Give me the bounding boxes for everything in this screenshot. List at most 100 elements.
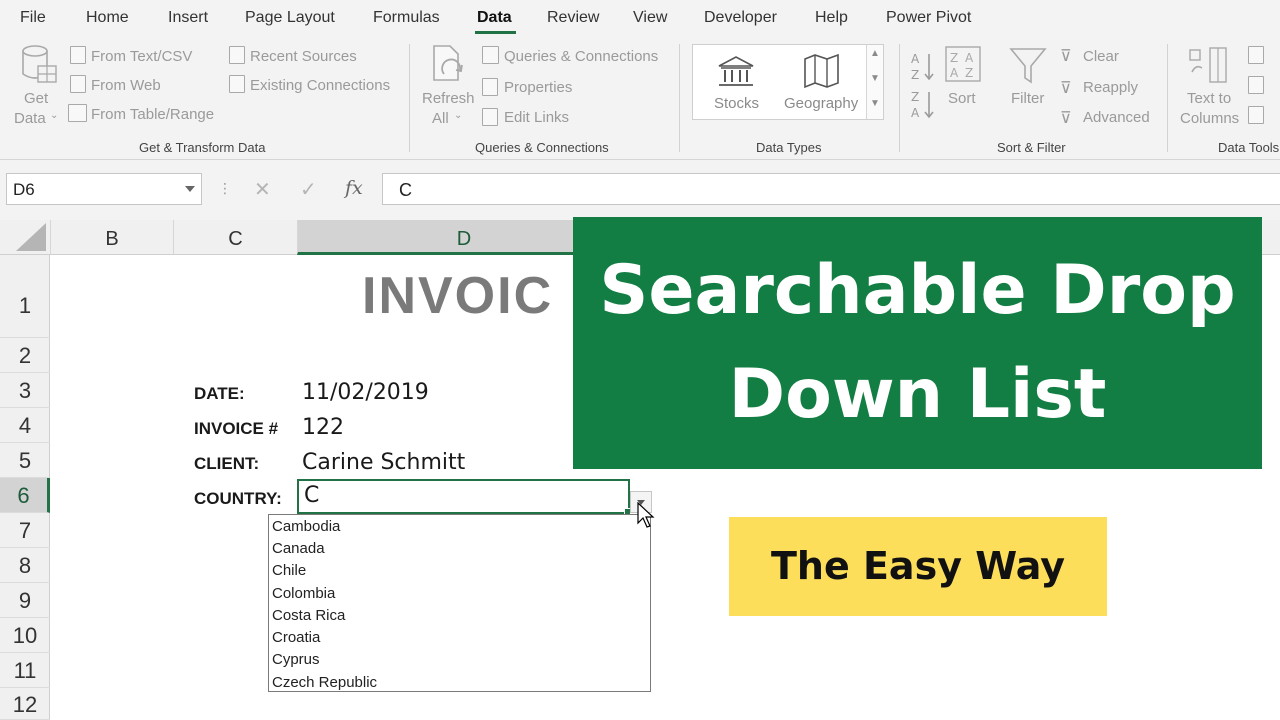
dropdown-item[interactable]: Czech Republic (272, 674, 377, 691)
dropdown-item[interactable]: Cyprus (272, 651, 320, 668)
insert-function-icon[interactable]: fx (345, 177, 363, 199)
name-box[interactable]: D6 (6, 173, 202, 205)
tab-page-layout[interactable]: Page Layout (245, 9, 335, 27)
data-types-gallery: Stocks Geography (692, 44, 884, 120)
svg-text:Z: Z (911, 90, 919, 104)
tab-insert[interactable]: Insert (168, 9, 208, 27)
group-divider (409, 44, 410, 152)
tab-data[interactable]: Data (477, 9, 512, 27)
tab-power-pivot[interactable]: Power Pivot (886, 9, 971, 27)
reapply-icon: ⊽ (1060, 80, 1072, 97)
country-cell[interactable]: C (297, 479, 630, 514)
clear-filter-icon: ⊽ (1060, 48, 1072, 65)
table-icon (68, 104, 87, 122)
advanced-filter-icon: ⊽ (1060, 110, 1072, 127)
dropdown-item[interactable]: Colombia (272, 585, 335, 602)
invoice-heading[interactable]: INVOIC (362, 266, 553, 326)
text-to-columns-label-1: Text to (1187, 90, 1232, 107)
database-icon (22, 45, 57, 83)
chevron-up-icon[interactable]: ▲ (870, 48, 880, 59)
row-header-6[interactable]: 6 (0, 478, 50, 513)
clock-file-icon (229, 46, 245, 64)
row-header-7[interactable]: 7 (0, 513, 50, 548)
data-types-scroller[interactable]: ▲ ▼ ▼ (866, 45, 883, 119)
filter-label: Filter (1011, 90, 1045, 107)
tab-home[interactable]: Home (86, 9, 129, 27)
chevron-down-icon[interactable]: ▼ (870, 73, 880, 84)
row-header-2[interactable]: 2 (0, 338, 50, 373)
svg-text:Z: Z (911, 68, 919, 82)
dropdown-item[interactable]: Costa Rica (272, 607, 345, 624)
tab-formulas[interactable]: Formulas (373, 9, 440, 27)
tab-developer[interactable]: Developer (704, 9, 777, 27)
sort-za-icon: Z A (911, 90, 934, 120)
select-all-icon[interactable] (16, 223, 46, 251)
advanced-label: Advanced (1083, 109, 1150, 126)
sort-dialog-icon: Z A A Z (945, 46, 981, 82)
from-web-label: From Web (91, 77, 161, 94)
title-banner: Searchable Drop Down List (573, 217, 1262, 469)
tab-file[interactable]: File (20, 9, 46, 27)
tab-view[interactable]: View (633, 9, 667, 27)
data-validation-icon[interactable] (1248, 106, 1264, 124)
more-options-icon[interactable]: ⋮ (218, 180, 232, 197)
cancel-icon[interactable]: ✕ (254, 177, 271, 202)
gallery-more-icon[interactable]: ▼ (870, 98, 880, 109)
country-label[interactable]: COUNTRY: (194, 489, 282, 509)
column-header-c[interactable]: C (173, 220, 297, 255)
refresh-icon (433, 45, 463, 81)
svg-text:Z: Z (965, 66, 973, 80)
row-header-11[interactable]: 11 (0, 653, 50, 688)
name-box-value: D6 (13, 180, 35, 199)
sort-label: Sort (948, 90, 976, 107)
ribbon: Get Data ⌄ From Text/CSV From Web From T… (0, 36, 1280, 160)
queries-connections-label: Queries & Connections (504, 48, 659, 65)
date-value[interactable]: 11/02/2019 (302, 380, 429, 405)
date-label[interactable]: DATE: (194, 384, 245, 404)
mouse-pointer-icon (637, 502, 655, 528)
chevron-down-icon: ⌄ (50, 110, 59, 121)
checkmark-icon[interactable]: ✓ (300, 177, 317, 202)
invoice-number-value[interactable]: 122 (302, 415, 344, 440)
row-header-12[interactable]: 12 (0, 688, 50, 720)
get-data-label-2: Data (14, 110, 46, 127)
svg-text:A: A (965, 51, 974, 65)
formula-input[interactable]: C (382, 173, 1280, 205)
row-header-8[interactable]: 8 (0, 548, 50, 583)
dropdown-item[interactable]: Canada (272, 540, 325, 557)
sort-filter-group-label: Sort & Filter (997, 140, 1066, 155)
row-headers: 1 2 3 4 5 6 7 8 9 10 11 12 (0, 255, 50, 720)
row-header-3[interactable]: 3 (0, 373, 50, 408)
tab-help[interactable]: Help (815, 9, 848, 27)
chevron-down-icon[interactable] (185, 186, 195, 192)
bank-icon (718, 56, 754, 86)
queries-group-label: Queries & Connections (475, 140, 609, 155)
row-header-9[interactable]: 9 (0, 583, 50, 618)
file-icon (70, 46, 86, 64)
connection-file-icon (229, 75, 245, 93)
dropdown-item[interactable]: Croatia (272, 629, 320, 646)
row-header-1[interactable]: 1 (0, 255, 50, 338)
dropdown-item[interactable]: Cambodia (272, 518, 340, 535)
flash-fill-icon[interactable] (1248, 46, 1264, 64)
client-label[interactable]: CLIENT: (194, 454, 259, 474)
dropdown-item[interactable]: Chile (272, 562, 306, 579)
geography-label: Geography (784, 95, 859, 112)
from-table-range-label: From Table/Range (91, 106, 215, 123)
filter-icon (1009, 48, 1047, 84)
row-header-4[interactable]: 4 (0, 408, 50, 443)
client-value[interactable]: Carine Schmitt (302, 450, 465, 475)
row-header-10[interactable]: 10 (0, 618, 50, 653)
edit-links-label: Edit Links (504, 109, 570, 126)
column-header-b[interactable]: B (50, 220, 173, 255)
map-icon (804, 53, 839, 89)
tab-review[interactable]: Review (547, 9, 599, 27)
svg-text:A: A (911, 106, 920, 120)
clear-label: Clear (1083, 48, 1119, 65)
row-header-5[interactable]: 5 (0, 443, 50, 478)
group-divider (1167, 44, 1168, 152)
remove-duplicates-icon[interactable] (1248, 76, 1264, 94)
invoice-number-label[interactable]: INVOICE # (194, 419, 278, 439)
from-text-csv-label: From Text/CSV (91, 48, 193, 65)
title-line-1: Searchable Drop (599, 251, 1236, 330)
